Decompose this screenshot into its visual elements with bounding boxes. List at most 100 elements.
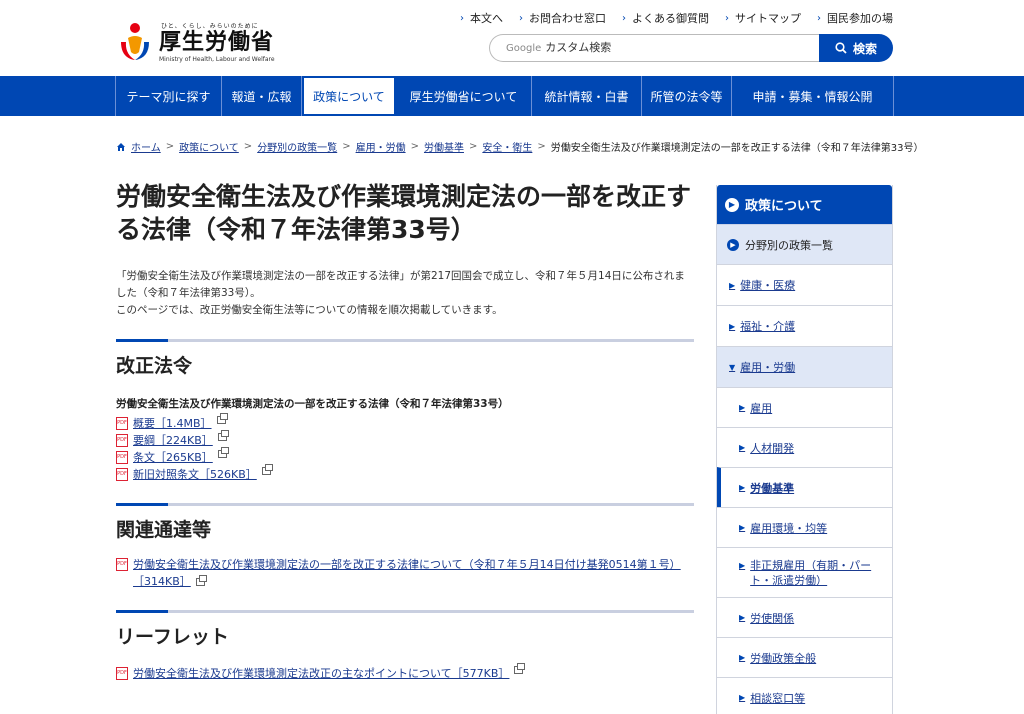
breadcrumb-separator: > [468,141,478,152]
file-item: PDF 労働安全衛生法及び作業環境測定法改正の主なポイントについて［577KB］ [116,663,694,682]
util-link-faq[interactable]: › よくある御質問 [622,10,709,26]
util-link-participation[interactable]: › 国民参加の場 [817,10,893,26]
section-notices: 関連通達等 PDF 労働安全衛生法及び作業環境測定法の一部を改正する法律について（… [116,503,694,590]
breadcrumb-separator: > [410,141,419,152]
file-link-notice[interactable]: 労働安全衛生法及び作業環境測定法の一部を改正する法律について（令和７年５月14日… [133,558,681,588]
chevron-right-icon: ▶ [729,321,736,331]
section-amended-laws: 改正法令 労働安全衛生法及び作業環境測定法の一部を改正する法律（令和７年法律第3… [116,339,694,483]
sidebar-child-equality[interactable]: ▶ 雇用環境・均等 [717,507,892,547]
file-link-outline[interactable]: 要綱［224KB］ [133,432,213,449]
sidebar-subheading[interactable]: ▶ 分野別の政策一覧 [717,224,892,264]
chevron-down-icon: ▼ [729,362,736,372]
sidebar-nav: ▶ 政策について ▶ 分野別の政策一覧 ▶ 健康・医療 ▶ 福祉・介護 ▼ 雇用・労働 ▶… [716,185,893,714]
site-header: ひと、くらし、みらいのために 厚生労働省 Ministry of Health,… [0,0,1024,76]
breadcrumb-safety[interactable]: 安全・衛生 [482,139,532,154]
google-label: Google [506,43,542,54]
chevron-right-icon: › [460,12,464,24]
pdf-icon: PDF [116,468,128,481]
external-window-icon [217,430,229,441]
section-heading: 改正法令 [116,339,694,378]
section-heading: リーフレット [116,610,694,649]
intro-paragraph: 「労働安全衛生法及び作業環境測定法の一部を改正する法律」が第217回国会で成立し… [116,270,685,299]
search-icon [835,42,847,54]
section-leaflet: リーフレット PDF 労働安全衛生法及び作業環境測定法改正の主なポイントについて［… [116,610,694,682]
search-form: Google カスタム検索 検索 [489,34,893,62]
breadcrumb-labor-standards[interactable]: 労働基準 [424,139,464,154]
home-icon [117,142,125,151]
chevron-right-icon: › [519,12,523,24]
breadcrumb-fields[interactable]: 分野別の政策一覧 [257,139,337,154]
sidebar-title[interactable]: ▶ 政策について [717,185,892,224]
logo-mark-icon [115,20,155,64]
chevron-right-icon: › [622,12,626,24]
logo-tagline: ひと、くらし、みらいのために [161,23,259,30]
sidebar-item-health[interactable]: ▶ 健康・医療 [717,264,892,305]
sidebar-child-employment[interactable]: ▶ 雇用 [717,387,892,427]
external-window-icon [261,464,273,475]
sidebar-child-labor-relations[interactable]: ▶ 労使関係 [717,597,892,637]
chevron-right-icon: ▶ [739,693,746,702]
breadcrumb-policy[interactable]: 政策について [179,139,239,154]
gnav-item-themes[interactable]: テーマ別に探す [116,76,222,116]
pdf-icon: PDF [116,434,128,447]
chevron-right-icon: › [817,12,821,24]
file-item: PDF 新旧対照条文［526KB］ [116,464,694,483]
sidebar-child-hr-development[interactable]: ▶ 人材開発 [717,427,892,467]
chevron-right-icon: › [725,12,729,24]
sidebar-child-nonregular[interactable]: ▶ 非正規雇用（有期・パート・派遣労働） [717,547,892,597]
site-logo[interactable]: ひと、くらし、みらいのために 厚生労働省 Ministry of Health,… [115,20,275,64]
gnav-item-policy[interactable]: 政策について [302,76,396,116]
gnav-item-press[interactable]: 報道・広報 [222,76,302,116]
gnav-item-laws[interactable]: 所管の法令等 [642,76,732,116]
chevron-right-icon: ▶ [739,561,746,570]
file-link-summary[interactable]: 概要［1.4MB］ [133,415,212,432]
utility-nav: › 本文へ › お問合わせ窓口 › よくある御質問 › サイトマップ › 国民参加の場 [460,10,893,26]
util-link-contact[interactable]: › お問合わせ窓口 [519,10,606,26]
file-item: PDF 条文［265KB］ [116,447,694,466]
util-link-sitemap[interactable]: › サイトマップ [725,10,801,26]
file-item: PDF 労働安全衛生法及び作業環境測定法の一部を改正する法律について（令和７年５月… [116,556,694,590]
chevron-right-icon: ▶ [739,483,746,492]
external-window-icon [216,413,228,424]
file-link-comparison[interactable]: 新旧対照条文［526KB］ [133,466,257,483]
breadcrumb-separator: > [243,141,253,152]
pdf-icon: PDF [116,667,128,680]
intro-paragraph: このページでは、改正労働安全衛生法等についての情報を順次掲載していきます。 [116,304,503,316]
breadcrumb-employment[interactable]: 雇用・労働 [356,139,406,154]
external-window-icon [195,575,207,586]
page-title: 労働安全衛生法及び作業環境測定法の一部を改正する法律（令和７年法律第33号） [116,182,692,244]
gnav-item-statistics[interactable]: 統計情報・白書 [532,76,642,116]
intro-text: 「労働安全衛生法及び作業環境測定法の一部を改正する法律」が第217回国会で成立し… [116,268,694,319]
file-list: PDF 労働安全衛生法及び作業環境測定法改正の主なポイントについて［577KB］ [116,663,694,682]
pdf-icon: PDF [116,558,128,571]
chevron-right-icon: ▶ [739,523,746,532]
file-link-articles[interactable]: 条文［265KB］ [133,449,213,466]
sidebar-child-labor-policy[interactable]: ▶ 労働政策全般 [717,637,892,677]
section-subheading: 労働安全衛生法及び作業環境測定法の一部を改正する法律（令和７年法律第33号） [116,398,509,410]
logo-name-en: Ministry of Health, Labour and Welfare [159,56,275,63]
file-item: PDF 要綱［224KB］ [116,430,694,449]
pdf-icon: PDF [116,417,128,430]
file-list: PDF 労働安全衛生法及び作業環境測定法の一部を改正する法律について（令和７年５月… [116,556,694,590]
sidebar-child-consultation[interactable]: ▶ 相談窓口等 [717,677,892,714]
pdf-icon: PDF [116,451,128,464]
sidebar-child-labor-standards[interactable]: ▶ 労働基準 [717,467,892,507]
gnav-item-applications[interactable]: 申請・募集・情報公開 [732,76,894,116]
breadcrumb: ホーム > 政策について > 分野別の政策一覧 > 雇用・労働 > 労働基準 > 安全・衛… [116,139,923,154]
breadcrumb-separator: > [165,141,175,152]
chevron-right-icon: ▶ [727,238,739,251]
gnav-item-about[interactable]: 厚生労働省について [396,76,532,116]
breadcrumb-current: 労働安全衛生法及び作業環境測定法の一部を改正する法律（令和７年法律第33号） [550,143,924,154]
breadcrumb-home[interactable]: ホーム [131,139,161,154]
search-input[interactable]: Google カスタム検索 [489,34,823,62]
file-list: PDF 概要［1.4MB］ PDF 要綱［224KB］ PDF 条文［265KB］ P… [116,413,694,483]
util-link-skip[interactable]: › 本文へ [460,10,503,26]
search-button[interactable]: 検索 [819,34,893,62]
breadcrumb-separator: > [537,141,546,152]
search-button-label: 検索 [852,41,877,56]
sidebar-item-employment[interactable]: ▼ 雇用・労働 [717,346,892,387]
section-heading: 関連通達等 [116,503,694,542]
file-link-leaflet[interactable]: 労働安全衛生法及び作業環境測定法改正の主なポイントについて［577KB］ [133,665,509,682]
sidebar-item-welfare[interactable]: ▶ 福祉・介護 [717,305,892,346]
chevron-right-icon: ▶ [725,197,739,212]
